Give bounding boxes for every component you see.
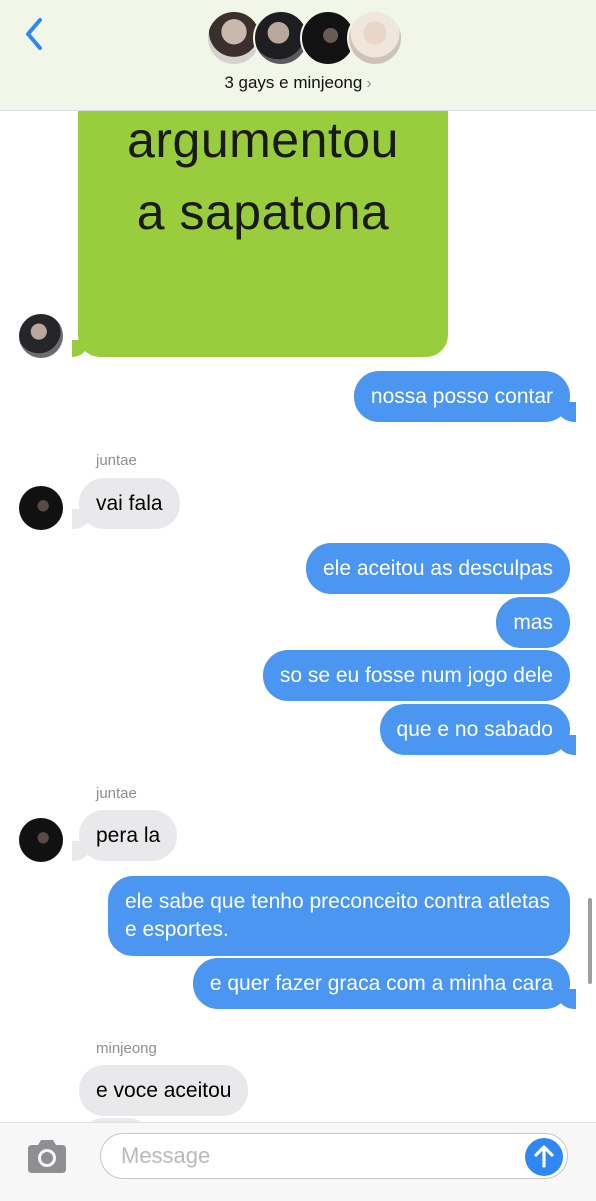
chevron-left-icon — [26, 18, 42, 50]
camera-button[interactable] — [24, 1137, 70, 1177]
arrow-up-icon — [534, 1145, 554, 1168]
message-list[interactable]: argumentou a sapatona nossa posso contar… — [0, 110, 596, 1122]
incoming-message[interactable]: pera la — [79, 810, 178, 861]
outgoing-message[interactable]: so se eu fosse num jogo dele — [262, 650, 570, 701]
outgoing-message[interactable]: e quer fazer graca com a minha cara — [192, 958, 570, 1009]
send-button[interactable] — [525, 1138, 563, 1176]
incoming-message[interactable]: vai fala — [79, 478, 180, 529]
outgoing-message[interactable]: que e no sabado — [379, 704, 570, 755]
chat-header: 3 gays e minjeong › — [0, 0, 596, 111]
bubble-tail — [72, 340, 88, 357]
sender-name: minjeong — [96, 1040, 157, 1057]
outgoing-message[interactable]: ele aceitou as desculpas — [306, 543, 570, 594]
sender-avatar[interactable] — [19, 818, 63, 862]
back-button[interactable] — [18, 14, 54, 54]
incoming-message[interactable]: e voce aceitou — [79, 1065, 249, 1116]
group-name-link[interactable]: 3 gays e minjeong › — [0, 73, 596, 93]
bubble-tail — [62, 841, 90, 861]
outgoing-message[interactable]: nossa posso contar — [353, 371, 570, 422]
sender-avatar[interactable] — [19, 314, 63, 358]
bubble-tail — [558, 402, 586, 422]
bubble-tail — [558, 989, 586, 1009]
input-bar: Message — [0, 1122, 596, 1201]
camera-icon — [28, 1140, 66, 1173]
image-message[interactable]: argumentou a sapatona — [78, 110, 448, 357]
message-input[interactable]: Message — [100, 1133, 568, 1179]
bubble-tail — [558, 735, 586, 755]
sender-avatar[interactable] — [19, 486, 63, 530]
group-avatars[interactable] — [206, 10, 403, 68]
meme-text-line1: argumentou — [127, 112, 399, 168]
sender-name: juntae — [96, 452, 137, 469]
meme-text-line2: a sapatona — [136, 184, 390, 240]
chevron-right-icon: › — [366, 75, 372, 92]
bubble-tail — [62, 509, 90, 529]
group-name: 3 gays e minjeong — [224, 73, 363, 92]
outgoing-message[interactable]: ele sabe que tenho preconceito contra at… — [108, 876, 570, 956]
sender-name: juntae — [96, 785, 137, 802]
scrollbar[interactable] — [588, 898, 592, 984]
message-placeholder: Message — [121, 1143, 211, 1168]
group-avatar-4 — [347, 10, 403, 66]
outgoing-message[interactable]: mas — [496, 597, 570, 648]
